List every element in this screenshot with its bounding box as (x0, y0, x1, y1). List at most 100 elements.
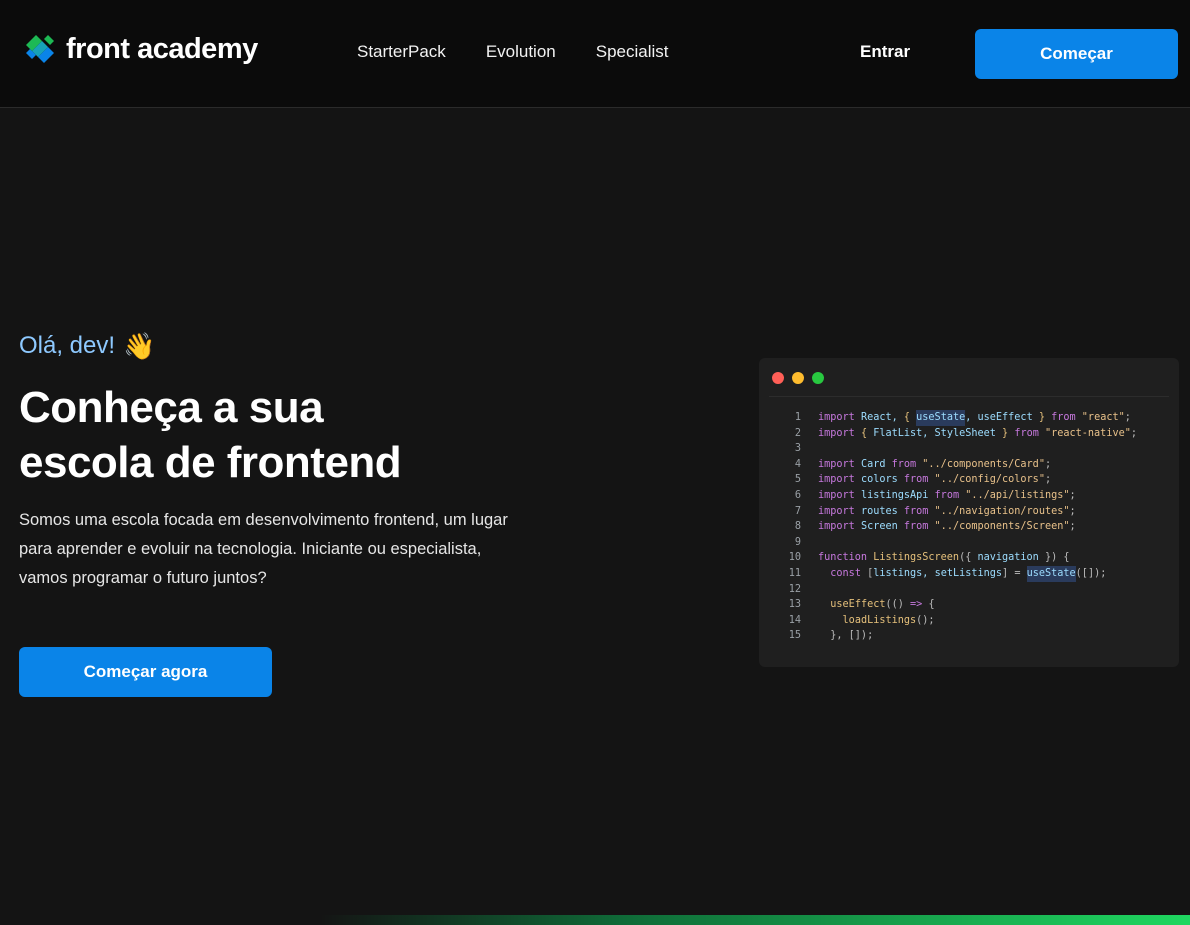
code-token: from (891, 458, 923, 470)
start-button[interactable]: Começar (975, 29, 1178, 79)
code-token: "react-native" (1044, 427, 1131, 439)
code-token: useEffect (830, 599, 886, 611)
code-token: useState (916, 410, 966, 426)
code-token: from (1014, 427, 1045, 439)
code-token: import (818, 521, 861, 533)
code-line: 11 const [listings, setListings] = useSt… (781, 565, 1171, 582)
code-line: 2 import { FlatList, StyleSheet } from "r… (781, 426, 1171, 442)
code-token: , useEffect (965, 412, 1039, 423)
greeting: Olá, dev! 👋 (19, 332, 519, 360)
code-line: 1 import React, { useState, useEffect } f… (781, 410, 1171, 426)
code-token: import (818, 412, 861, 423)
code-line: 9 (781, 535, 1171, 551)
code-token: colors (860, 474, 904, 486)
code-token: import (818, 489, 861, 501)
code-line: 12 (781, 582, 1171, 598)
line-number: 9 (794, 536, 801, 548)
code-token: Card (860, 458, 892, 470)
window-controls (772, 372, 824, 384)
code-token: ListingsScreen (873, 552, 960, 564)
code-token: listings, setListings (873, 567, 1003, 579)
editor-divider (769, 396, 1169, 397)
code-token: const (830, 567, 868, 579)
code-token: "../components/Screen" (934, 521, 1070, 533)
code-token: "../navigation/routes" (934, 505, 1070, 517)
nav-link-evolution[interactable]: Evolution (486, 42, 556, 62)
code-token: useState (1026, 565, 1076, 582)
code-token: import (818, 474, 861, 486)
code-token: ({ (959, 552, 978, 564)
line-number: 1 (794, 412, 801, 423)
code-token: ; (1069, 489, 1076, 501)
code-block: 1 import React, { useState, useEffect } f… (781, 410, 1171, 644)
code-token: "../api/listings" (965, 489, 1070, 501)
code-token: ([]); (1075, 567, 1107, 579)
line-number: 10 (788, 552, 801, 564)
bottom-gradient-bar (320, 915, 1190, 925)
code-token: routes (860, 505, 904, 517)
code-token: (() (885, 599, 911, 611)
code-token: ] = (1002, 567, 1027, 579)
code-token: } (1038, 412, 1052, 423)
code-token: ; (1130, 427, 1137, 439)
nav-link-starterpack[interactable]: StarterPack (357, 42, 446, 62)
code-token: } (1002, 427, 1015, 439)
code-token: from (934, 489, 966, 501)
code-token: from (903, 505, 935, 517)
line-number: 11 (788, 567, 801, 579)
logo[interactable]: front academy (22, 31, 258, 67)
code-token: }, []); (818, 630, 874, 642)
line-number: 2 (794, 427, 801, 439)
code-token: => (910, 599, 929, 611)
line-number: 4 (794, 458, 801, 470)
code-token: from (903, 521, 935, 533)
code-token: "../config/colors" (934, 474, 1045, 486)
code-token: function (818, 552, 874, 564)
code-token: (); (916, 614, 935, 626)
code-token: navigation (977, 552, 1045, 564)
line-number: 3 (794, 443, 801, 455)
top-navigation-bar: front academy StarterPack Evolution Spec… (0, 0, 1190, 108)
code-token: import (818, 427, 861, 439)
code-token: FlatList, StyleSheet (873, 427, 1003, 439)
headline-line-2: escola de frontend (19, 438, 402, 487)
code-token: { (860, 427, 874, 439)
code-line: 8 import Screen from "../components/Scree… (781, 519, 1171, 535)
code-token: import (818, 458, 861, 470)
code-line: 5 import colors from "../config/colors"; (781, 472, 1171, 488)
code-token: ; (1044, 474, 1052, 486)
code-token: ; (1044, 458, 1052, 470)
greeting-text: Olá, dev! (19, 332, 116, 359)
code-token: }) { (1044, 552, 1070, 564)
code-line: 3 (781, 441, 1171, 457)
code-line: 7 import routes from "../navigation/route… (781, 504, 1171, 520)
start-now-button[interactable]: Começar agora (19, 647, 272, 697)
code-editor-window: 1 import React, { useState, useEffect } f… (759, 358, 1179, 667)
waving-hand-icon: 👋 (123, 331, 156, 361)
front-academy-logo-icon (26, 35, 54, 63)
code-token: React, (860, 412, 904, 423)
code-token: listingsApi (860, 489, 935, 501)
code-token: "react" (1081, 412, 1125, 423)
line-number: 15 (788, 630, 801, 642)
code-token: ; (1069, 505, 1076, 517)
code-token: from (903, 474, 935, 486)
login-link[interactable]: Entrar (860, 42, 910, 62)
line-number: 12 (788, 583, 801, 595)
minimize-dot-icon (792, 372, 804, 384)
hero-description: Somos uma escola focada em desenvolvimen… (19, 511, 508, 587)
line-number: 5 (794, 474, 801, 486)
code-token: ; (1124, 412, 1131, 423)
headline-line-1: Conheça a sua (19, 383, 324, 432)
line-number: 8 (794, 521, 801, 533)
line-number: 14 (788, 614, 801, 626)
code-line: 13 useEffect(() => { (781, 597, 1171, 613)
code-line: 4 import Card from "../components/Card"; (781, 457, 1171, 473)
code-line: 14 loadListings (); (781, 613, 1171, 629)
line-number: 7 (794, 505, 801, 517)
nav-link-specialist[interactable]: Specialist (596, 42, 669, 62)
code-token: "../components/Card" (922, 458, 1045, 470)
code-token: Screen (860, 521, 904, 533)
